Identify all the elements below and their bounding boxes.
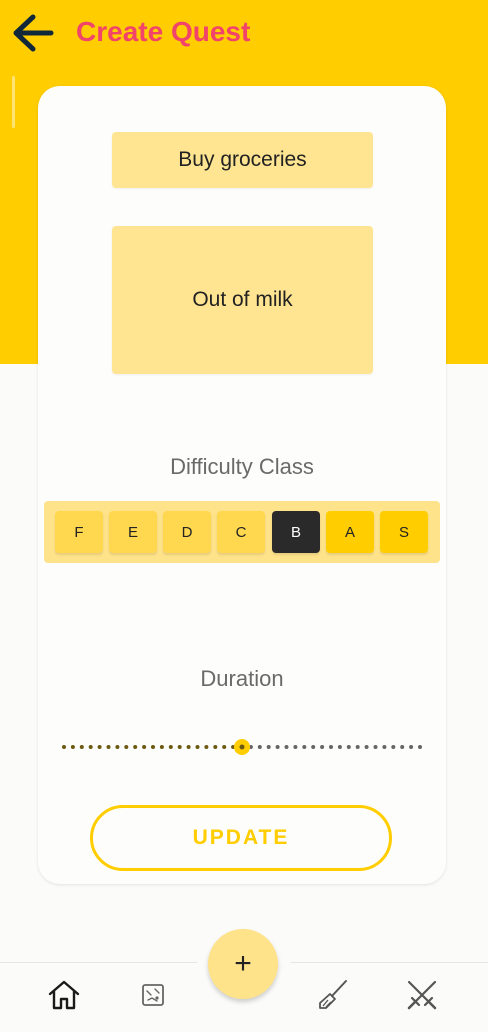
slider-tick [151, 745, 155, 749]
slider-tick [391, 745, 396, 749]
slider-tick [311, 745, 316, 749]
slider-tick [329, 745, 333, 749]
slider-tick [133, 745, 138, 749]
add-quest-button[interactable]: + [208, 929, 278, 999]
quest-title-input[interactable]: Buy groceries [112, 132, 373, 188]
slider-tick [159, 745, 164, 749]
slider-tick [355, 745, 360, 749]
broom-icon [319, 980, 347, 1009]
difficulty-option-c[interactable]: C [217, 511, 265, 553]
slider-tick [79, 745, 84, 749]
slider-tick [222, 745, 227, 749]
difficulty-option-d[interactable]: D [163, 511, 211, 553]
slider-tick [337, 745, 342, 749]
slider-tick [115, 745, 120, 749]
slider-tick [302, 745, 307, 749]
slider-tick [70, 745, 75, 749]
slider-thumb-center [239, 744, 245, 750]
slider-tick [124, 745, 129, 749]
slider-tick [409, 745, 414, 749]
slider-tick [62, 745, 66, 749]
slider-tick [186, 745, 191, 749]
scroll-indicator [12, 76, 15, 128]
duration-label: Duration [200, 666, 284, 691]
map-icon [142, 984, 164, 1006]
slider-tick [168, 745, 173, 749]
quest-form-card: Buy groceries Out of milk Difficulty Cla… [38, 86, 446, 884]
slider-tick [142, 745, 147, 749]
slider-tick [364, 745, 369, 749]
difficulty-selector: F E D C B A S [44, 501, 440, 563]
nav-map[interactable] [129, 971, 177, 1019]
difficulty-option-f[interactable]: F [55, 511, 103, 553]
nav-home[interactable] [40, 971, 88, 1019]
quest-description-input[interactable]: Out of milk [112, 226, 373, 374]
slider-tick [257, 745, 262, 749]
slider-tick [177, 745, 182, 749]
slider-tick [88, 745, 93, 749]
slider-tick [97, 745, 102, 749]
difficulty-option-b[interactable]: B [272, 511, 320, 553]
slider-tick [195, 745, 200, 749]
crossed-swords-icon [407, 980, 437, 1010]
nav-battle[interactable] [398, 971, 446, 1019]
slider-tick [275, 745, 280, 749]
difficulty-option-a[interactable]: A [326, 511, 374, 553]
arrow-left-icon [13, 14, 54, 52]
slider-tick [418, 745, 422, 749]
difficulty-option-s[interactable]: S [380, 511, 428, 553]
slider-tick [284, 745, 289, 749]
slider-tick [382, 745, 387, 749]
home-icon [48, 980, 80, 1010]
slider-tick [204, 745, 209, 749]
difficulty-label: Difficulty Class [170, 454, 314, 479]
slider-tick [293, 745, 298, 749]
difficulty-option-e[interactable]: E [109, 511, 157, 553]
update-button[interactable]: UPDATE [90, 805, 392, 871]
page-title: Create Quest [76, 16, 251, 47]
slider-tick [106, 745, 111, 749]
duration-slider[interactable] [62, 734, 422, 760]
slider-tick [266, 745, 271, 749]
nav-chores[interactable] [309, 971, 357, 1019]
slider-tick [346, 745, 351, 749]
slider-tick [213, 745, 218, 749]
plus-icon: + [234, 947, 252, 980]
slider-tick [373, 745, 378, 749]
back-button[interactable] [10, 12, 56, 54]
slider-tick [320, 745, 325, 749]
slider-tick [400, 745, 405, 749]
